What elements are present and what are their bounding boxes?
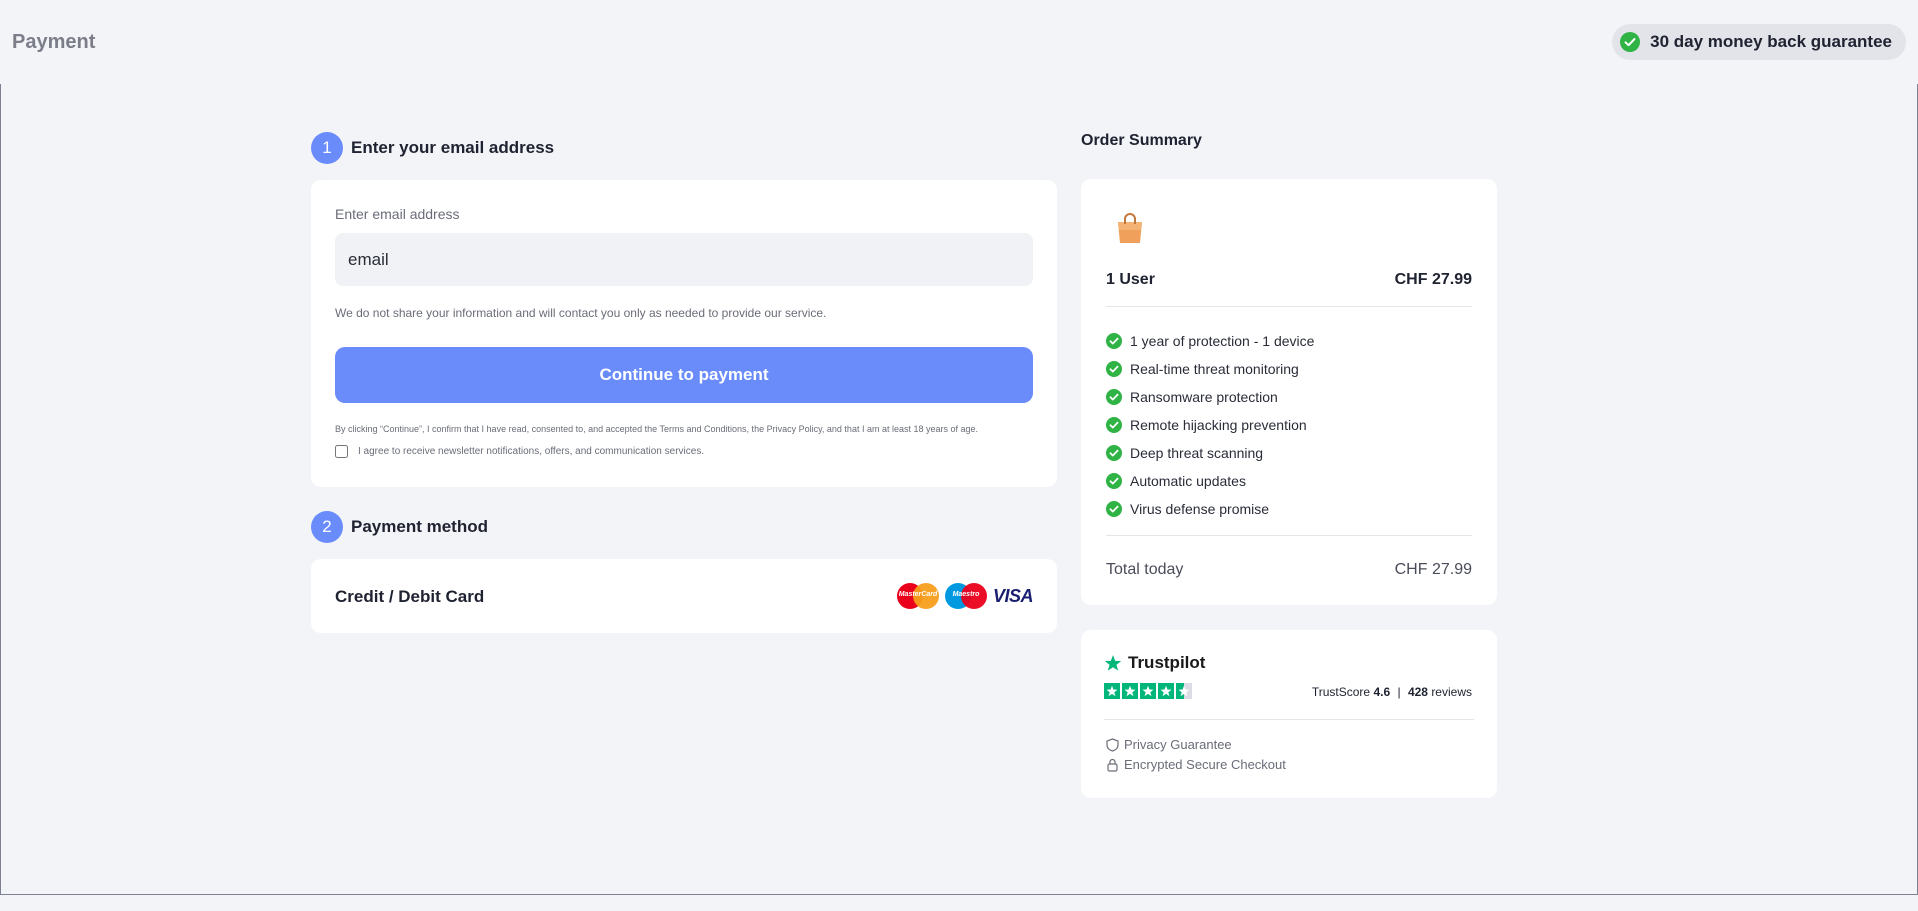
rating-star-icon [1158,683,1174,699]
secure-checkout: Encrypted Secure Checkout [1106,757,1286,772]
feature-item: Real-time threat monitoring [1106,355,1314,383]
secure-checkout-text: Encrypted Secure Checkout [1124,757,1286,772]
payment-method-label: Credit / Debit Card [335,587,485,606]
divider [1106,306,1472,307]
email-label: Enter email address [335,206,460,222]
payment-method-card-option[interactable]: Credit / Debit Card MasterCard Maestro V… [311,559,1057,633]
order-summary-card: 1 User CHF 27.99 1 year of protection - … [1081,179,1497,605]
feature-text: 1 year of protection - 1 device [1130,333,1315,349]
check-circle-icon [1106,501,1122,517]
total-row: Total today CHF 27.99 [1106,561,1472,579]
feature-item: Remote hijacking prevention [1106,411,1314,439]
step-title: Enter your email address [351,138,555,157]
feature-text: Remote hijacking prevention [1130,417,1307,433]
shopping-bag-icon [1118,213,1142,243]
money-back-badge: 30 day money back guarantee [1612,24,1906,60]
trustpilot-star-icon [1104,655,1122,671]
rating-star-icon [1104,683,1120,699]
check-circle-icon [1106,389,1122,405]
privacy-guarantee-text: Privacy Guarantee [1124,737,1232,752]
top-bar: Payment 30 day money back guarantee [0,0,1918,84]
feature-item: Ransomware protection [1106,383,1314,411]
order-summary-title: Order Summary [1081,132,1202,149]
divider [1106,535,1472,536]
page-title: Payment [12,31,96,53]
mastercard-logo-text: MasterCard [898,591,938,598]
terms-text: By clicking “Continue”, I confirm that I… [335,424,979,434]
visa-logo-icon: VISA [992,585,1034,606]
trustpilot-brand: Trustpilot [1128,653,1206,672]
check-circle-icon [1106,417,1122,433]
plan-price: CHF 27.99 [1394,271,1472,288]
email-card: Enter email address We do not share your… [311,180,1057,487]
feature-item: Automatic updates [1106,467,1314,495]
feature-list: 1 year of protection - 1 device Real-tim… [1106,327,1314,523]
plan-row: 1 User CHF 27.99 [1106,271,1472,289]
newsletter-label: I agree to receive newsletter notificati… [358,446,705,457]
step-email-header: 1 Enter your email address [311,132,554,164]
maestro-logo-text: Maestro [952,591,980,598]
privacy-note: We do not share your information and wil… [335,306,827,320]
step-title: Payment method [351,517,488,536]
reviews-label: reviews [1431,685,1472,699]
shield-icon [1106,737,1119,752]
reviews-count: 428 [1407,685,1428,699]
mastercard-logo-icon: MasterCard [896,583,939,609]
check-circle-icon [1106,361,1122,377]
total-value: CHF 27.99 [1394,561,1472,578]
rating-star-icon [1140,683,1156,699]
check-circle-icon [1106,473,1122,489]
feature-text: Real-time threat monitoring [1130,361,1299,377]
check-circle-icon [1106,445,1122,461]
feature-text: Virus defense promise [1130,501,1270,517]
feature-item: Deep threat scanning [1106,439,1314,467]
continue-to-payment-button[interactable]: Continue to payment [335,347,1033,403]
rating-star-icon [1176,683,1192,699]
lock-icon [1107,758,1118,772]
divider [1104,719,1474,720]
rating-star-icon [1122,683,1138,699]
step-number-badge: 2 [311,511,343,543]
trust-score: TrustScore 4.6 | 428 reviews [1311,685,1472,699]
trustpilot-header: Trustpilot [1104,653,1205,673]
newsletter-consent[interactable]: I agree to receive newsletter notificati… [335,445,704,458]
feature-text: Deep threat scanning [1130,445,1264,461]
privacy-guarantee: Privacy Guarantee [1106,737,1232,752]
check-circle-icon [1620,32,1641,52]
trustpilot-rating-stars [1104,683,1192,699]
maestro-logo-icon: Maestro [944,583,987,609]
card-logos: MasterCard Maestro VISA [896,583,1034,609]
check-circle-icon [1106,333,1122,349]
step-payment-header: 2 Payment method [311,511,488,543]
step-number-badge: 1 [311,132,343,164]
feature-text: Ransomware protection [1130,389,1278,405]
feature-item: 1 year of protection - 1 device [1106,327,1314,355]
newsletter-checkbox[interactable] [335,445,348,458]
guarantee-text: 30 day money back guarantee [1650,32,1892,51]
trust-score-label: TrustScore [1311,685,1371,699]
email-input[interactable] [335,233,1033,286]
trust-card: Trustpilot TrustScore 4.6 | 428 reviews … [1081,630,1497,798]
plan-name: 1 User [1106,271,1155,288]
feature-text: Automatic updates [1130,473,1246,489]
trust-score-value: 4.6 [1373,685,1391,699]
total-label: Total today [1106,561,1184,578]
feature-item: Virus defense promise [1106,495,1314,523]
